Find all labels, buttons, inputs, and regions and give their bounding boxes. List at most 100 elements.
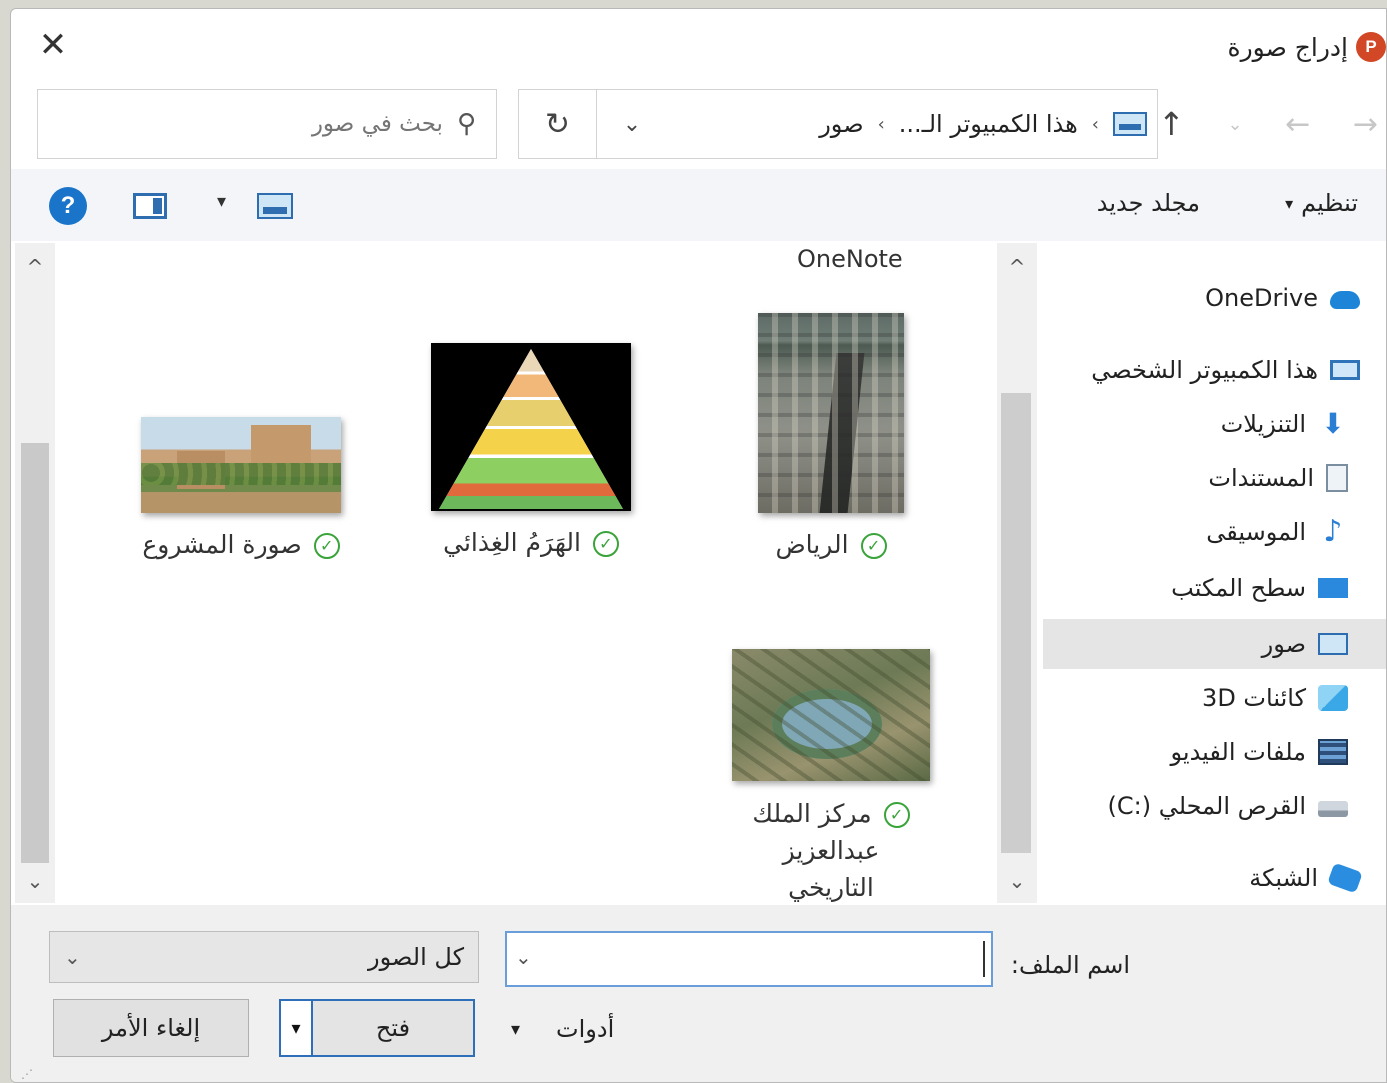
file-type-value: كل الصور [367,943,464,971]
tools-label: أدوات [556,1015,615,1043]
recent-locations-button[interactable]: ⌄ [1227,114,1242,135]
project-image-thumbnail [141,417,341,513]
sidebar-item-label: القرص المحلي (:C) [1107,792,1306,820]
open-button[interactable]: ▾ فتح [279,999,475,1057]
chevron-down-icon[interactable]: ⌄ [515,945,532,969]
preview-pane-button[interactable] [133,193,167,219]
close-button[interactable]: ✕ [29,23,77,67]
tools-menu[interactable]: أدوات ▾ [511,1015,614,1043]
refresh-icon: ↻ [544,106,571,142]
change-view-button[interactable] [257,193,293,219]
local-disk-icon [1318,801,1348,817]
file-name-line-1: مركز الملك [752,799,872,828]
scrollbar[interactable]: ^ ⌄ [997,243,1037,903]
title-area: P إدراج صورة [1227,27,1386,67]
scroll-up-icon[interactable]: ^ [15,249,55,285]
help-button[interactable]: ? [49,187,87,225]
cancel-button[interactable]: إلغاء الأمر [53,999,249,1057]
sync-check-icon: ✓ [313,533,340,559]
search-box[interactable]: ⚲ [37,89,497,159]
sidebar-item-label: كائنات 3D [1202,684,1306,712]
sidebar-item-label: OneDrive [1205,284,1318,312]
up-button[interactable]: ↑ [1158,105,1185,143]
sidebar-item-label: ملفات الفيديو [1170,738,1306,766]
sidebar-item-local-disk[interactable]: القرص المحلي (:C) [1043,781,1386,831]
new-folder-button[interactable]: مجلد جديد [1097,189,1200,217]
sidebar-item-downloads[interactable]: ⬇ التنزيلات [1043,399,1386,449]
chevron-left-icon[interactable]: › [1092,114,1099,135]
view-options-dropdown[interactable]: ▾ [217,191,226,212]
scroll-down-icon[interactable]: ⌄ [15,863,55,899]
file-list: ^ ⌄ OneNote ✓ الرياض ✓ الهَرَمُ الغِذائي [11,243,1041,903]
file-name: صورة المشروع [142,530,302,559]
list-item[interactable]: ✓ صورة المشروع [121,417,361,563]
sidebar-item-pictures[interactable]: صور [1043,619,1386,669]
address-dropdown-button[interactable]: ⌄ [597,90,667,158]
file-name-input[interactable] [547,939,977,979]
search-input[interactable] [142,111,443,137]
computer-icon [1330,360,1360,380]
downloads-icon: ⬇ [1321,407,1345,440]
dialog-footer: اسم الملف: ⌄ ⌄ كل الصور أدوات ▾ ▾ فتح إل… [11,905,1386,1082]
sidebar-item-label: صور [1261,630,1306,658]
network-icon [1327,862,1363,894]
file-name-line-2: عبدالعزيز [782,836,880,865]
organize-button[interactable]: تنظيم ▾ [1285,189,1358,217]
help-icon: ? [60,192,76,219]
sidebar-item-documents[interactable]: المستندات [1043,453,1386,503]
sidebar-item-this-pc[interactable]: هذا الكمبيوتر الشخصي [1043,345,1386,395]
sync-check-icon: ✓ [883,802,910,828]
sync-check-icon: ✓ [592,531,619,557]
pictures-icon [1318,633,1348,655]
breadcrumb-item-pictures[interactable]: صور [819,110,863,138]
list-item-onenote[interactable]: OneNote [797,245,903,273]
file-type-filter[interactable]: ⌄ كل الصور [49,931,479,983]
sidebar-item-music[interactable]: ♪ الموسيقى [1043,507,1386,557]
list-item[interactable]: ✓ الرياض [731,313,931,563]
scrollbar-thumb[interactable] [1001,393,1031,853]
riyadh-thumbnail [758,313,904,513]
sidebar-item-network[interactable]: الشبكة [1043,853,1386,903]
sidebar-item-3d-objects[interactable]: كائنات 3D [1043,673,1386,723]
sidebar-item-label: الموسيقى [1206,518,1306,546]
sidebar-item-desktop[interactable]: سطح المكتب [1043,563,1386,613]
open-options-dropdown[interactable]: ▾ [281,1001,313,1055]
sidebar-item-label: هذا الكمبيوتر الشخصي [1091,356,1318,384]
king-abdulaziz-center-thumbnail [732,649,930,781]
breadcrumb-item-this-pc[interactable]: هذا الكمبيوتر الـ... [899,110,1078,138]
navigation-pane: OneDrive هذا الكمبيوتر الشخصي ⬇ التنزيلا… [1043,243,1386,903]
sidebar-item-videos[interactable]: ملفات الفيديو [1043,727,1386,777]
sidebar-item-label: التنزيلات [1220,410,1306,438]
3d-objects-icon [1318,685,1348,711]
resize-grip[interactable]: ⋰ [21,1067,33,1081]
address-bar[interactable]: ↻ ⌄ › هذا الكمبيوتر الـ... › صور [518,89,1158,159]
dropdown-arrow-icon: ▾ [511,1018,521,1040]
sidebar-item-onedrive[interactable]: OneDrive [1043,273,1386,323]
music-icon: ♪ [1323,514,1343,549]
list-item[interactable]: ✓ الهَرَمُ الغِذائي [421,343,641,561]
scrollbar[interactable]: ^ ⌄ [15,243,55,903]
chevron-left-icon[interactable]: › [878,114,885,135]
scrollbar-thumb[interactable] [21,443,49,863]
scroll-down-icon[interactable]: ⌄ [997,863,1037,899]
breadcrumb: › هذا الكمبيوتر الـ... › صور [667,90,1157,158]
command-bar: تنظيم ▾ مجلد جديد ? ▾ [11,169,1386,241]
organize-label: تنظيم [1301,189,1358,217]
scroll-up-icon[interactable]: ^ [997,249,1037,285]
back-button[interactable]: → [1353,107,1378,142]
nav-arrows: → ← ⌄ ↑ [1158,99,1378,149]
file-name: الهَرَمُ الغِذائي [443,528,581,557]
forward-button[interactable]: ← [1285,107,1310,142]
sidebar-item-label: الشبكة [1249,864,1318,892]
list-item[interactable]: ✓ مركز الملك عبدالعزيز التاريخي [721,649,941,906]
dropdown-arrow-icon: ▾ [1285,193,1294,213]
cloud-icon [1330,291,1360,309]
dialog-title: إدراج صورة [1227,32,1349,62]
videos-icon [1318,739,1348,765]
refresh-button[interactable]: ↻ [519,90,597,158]
chevron-down-icon: ⌄ [622,111,642,137]
file-name-field[interactable]: ⌄ [505,931,993,987]
text-caret [983,941,985,977]
file-name-label: اسم الملف: [1010,951,1130,979]
title-bar: ✕ P إدراج صورة [11,9,1386,81]
